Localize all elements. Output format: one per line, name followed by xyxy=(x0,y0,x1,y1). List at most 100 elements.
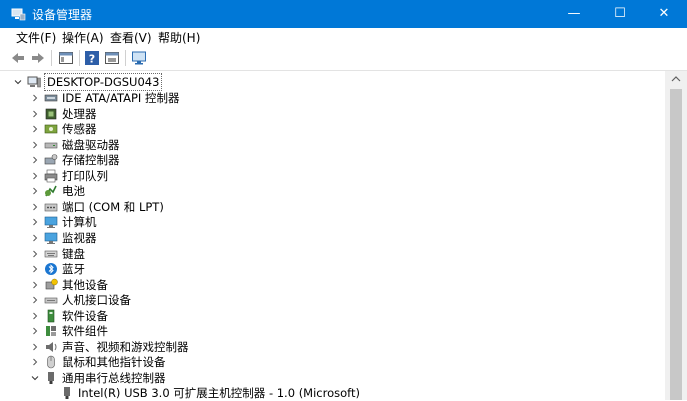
menu-file[interactable]: 文件(F) xyxy=(16,29,56,46)
tree-item[interactable]: 键盘 xyxy=(0,246,660,262)
ide-controller-icon xyxy=(44,94,58,102)
tree-item[interactable]: 鼠标和其他指针设备 xyxy=(0,354,660,370)
tree-item-label: 处理器 xyxy=(62,106,97,121)
chevron-right-icon[interactable] xyxy=(31,234,39,242)
tree-item[interactable]: IDE ATA/ATAPI 控制器 xyxy=(0,90,660,106)
tree-item[interactable]: 磁盘驱动器 xyxy=(0,137,660,153)
chevron-right-icon[interactable] xyxy=(31,172,39,180)
chevron-down-icon[interactable] xyxy=(31,374,39,382)
forward-icon[interactable] xyxy=(30,50,46,66)
tree-item[interactable]: 软件设备 xyxy=(0,308,660,324)
port-icon xyxy=(44,203,58,212)
menu-help[interactable]: 帮助(H) xyxy=(158,29,200,46)
tree-item-label: 磁盘驱动器 xyxy=(62,137,120,152)
chevron-right-icon[interactable] xyxy=(31,281,39,289)
keyboard-icon xyxy=(44,250,58,257)
toolbar-separator xyxy=(51,50,52,66)
other-devices-icon xyxy=(45,278,58,289)
scroll-up-icon[interactable] xyxy=(671,75,681,83)
chevron-right-icon[interactable] xyxy=(31,343,39,351)
svg-text:?: ? xyxy=(89,53,95,66)
chevron-right-icon[interactable] xyxy=(31,141,39,149)
tree-item-label: 通用串行总线控制器 xyxy=(62,370,166,385)
chevron-right-icon[interactable] xyxy=(31,110,39,118)
battery-icon xyxy=(45,185,57,197)
menu-bar: 文件(F) 操作(A) 查看(V) 帮助(H) xyxy=(0,28,687,46)
tree-item-label: Intel(R) USB 3.0 可扩展主机控制器 - 1.0 (Microso… xyxy=(78,386,360,400)
vertical-scrollbar[interactable] xyxy=(665,71,687,400)
tree-item[interactable]: 存储控制器 xyxy=(0,152,660,168)
monitor-icon xyxy=(44,232,58,244)
device-manager-app-icon xyxy=(11,8,26,21)
bluetooth-icon xyxy=(45,263,57,276)
chevron-right-icon[interactable] xyxy=(31,218,39,226)
tree-item-label: 人机接口设备 xyxy=(62,293,131,308)
tree-item-label: 软件组件 xyxy=(62,324,108,339)
chevron-down-icon[interactable] xyxy=(14,78,22,86)
tree-item[interactable]: 传感器 xyxy=(0,121,660,137)
maximize-button[interactable]: ☐ xyxy=(597,0,643,28)
properties-icon[interactable] xyxy=(58,50,74,66)
tree-root-label: DESKTOP-DGSU043 xyxy=(44,73,163,91)
window-title: 设备管理器 xyxy=(32,8,93,22)
menu-action[interactable]: 操作(A) xyxy=(62,29,104,46)
close-button[interactable]: ✕ xyxy=(641,0,687,28)
back-icon[interactable] xyxy=(10,50,26,66)
tree-root[interactable]: DESKTOP-DGSU043 xyxy=(0,73,660,91)
tree-item[interactable]: 打印队列 xyxy=(0,168,660,184)
tree-item[interactable]: 软件组件 xyxy=(0,323,660,339)
tree-item[interactable]: 电池 xyxy=(0,183,660,199)
update-driver-icon[interactable] xyxy=(104,50,120,66)
chevron-right-icon[interactable] xyxy=(31,358,39,366)
tree-item[interactable]: 通用串行总线控制器 xyxy=(0,370,660,386)
toolbar: ? xyxy=(0,46,687,71)
disk-drive-icon xyxy=(44,142,58,148)
tree-item-label: 计算机 xyxy=(62,215,97,230)
chevron-right-icon[interactable] xyxy=(31,250,39,258)
tree-item[interactable]: 蓝牙 xyxy=(0,261,660,277)
storage-controller-icon xyxy=(44,154,58,165)
tree-item-label: 传感器 xyxy=(62,122,97,137)
title-bar: 设备管理器 — ☐ ✕ xyxy=(0,0,687,28)
toolbar-separator xyxy=(125,50,126,66)
mouse-icon xyxy=(47,356,55,369)
minimize-button[interactable]: — xyxy=(551,0,597,28)
chevron-right-icon[interactable] xyxy=(31,296,39,304)
tree-item[interactable]: 其他设备 xyxy=(0,277,660,293)
tree-item[interactable]: 计算机 xyxy=(0,214,660,230)
tree-item[interactable]: 人机接口设备 xyxy=(0,292,660,308)
device-tree[interactable]: DESKTOP-DGSU043 IDE ATA/ATAPI 控制器 处理器 传感器磁… xyxy=(0,71,665,400)
chevron-right-icon[interactable] xyxy=(31,156,39,164)
tree-item-label: 监视器 xyxy=(62,230,97,245)
chevron-right-icon[interactable] xyxy=(31,327,39,335)
tree-item-label: 鼠标和其他指针设备 xyxy=(62,355,166,370)
tree-item[interactable]: 声音、视频和游戏控制器 xyxy=(0,339,660,355)
toolbar-separator xyxy=(79,50,80,66)
usb-device-icon xyxy=(64,387,70,399)
software-device-icon xyxy=(47,309,55,322)
tree-item[interactable]: 监视器 xyxy=(0,230,660,246)
chevron-right-icon[interactable] xyxy=(31,94,39,102)
tree-item[interactable]: 端口 (COM 和 LPT) xyxy=(0,199,660,215)
minimize-icon: — xyxy=(567,6,581,21)
chevron-right-icon[interactable] xyxy=(31,265,39,273)
chevron-right-icon[interactable] xyxy=(31,187,39,195)
hid-icon xyxy=(44,297,58,304)
tree-item-usb-child[interactable]: Intel(R) USB 3.0 可扩展主机控制器 - 1.0 (Microso… xyxy=(0,385,660,401)
tree-item-label: 存储控制器 xyxy=(62,153,120,168)
chevron-right-icon[interactable] xyxy=(31,312,39,320)
monitor-scan-icon[interactable] xyxy=(131,50,147,66)
help-icon[interactable]: ? xyxy=(84,50,100,66)
chevron-right-icon[interactable] xyxy=(31,125,39,133)
tree-item[interactable]: 处理器 xyxy=(0,106,660,122)
usb-controller-icon xyxy=(48,371,54,384)
tree-item-label: 蓝牙 xyxy=(62,262,85,277)
menu-view[interactable]: 查看(V) xyxy=(110,29,152,46)
processor-icon xyxy=(45,108,57,119)
chevron-right-icon[interactable] xyxy=(31,203,39,211)
printer-icon xyxy=(44,169,58,183)
audio-icon xyxy=(46,341,57,352)
computer-icon xyxy=(44,217,58,229)
scrollbar-thumb[interactable] xyxy=(670,89,682,400)
maximize-icon: ☐ xyxy=(614,6,626,21)
